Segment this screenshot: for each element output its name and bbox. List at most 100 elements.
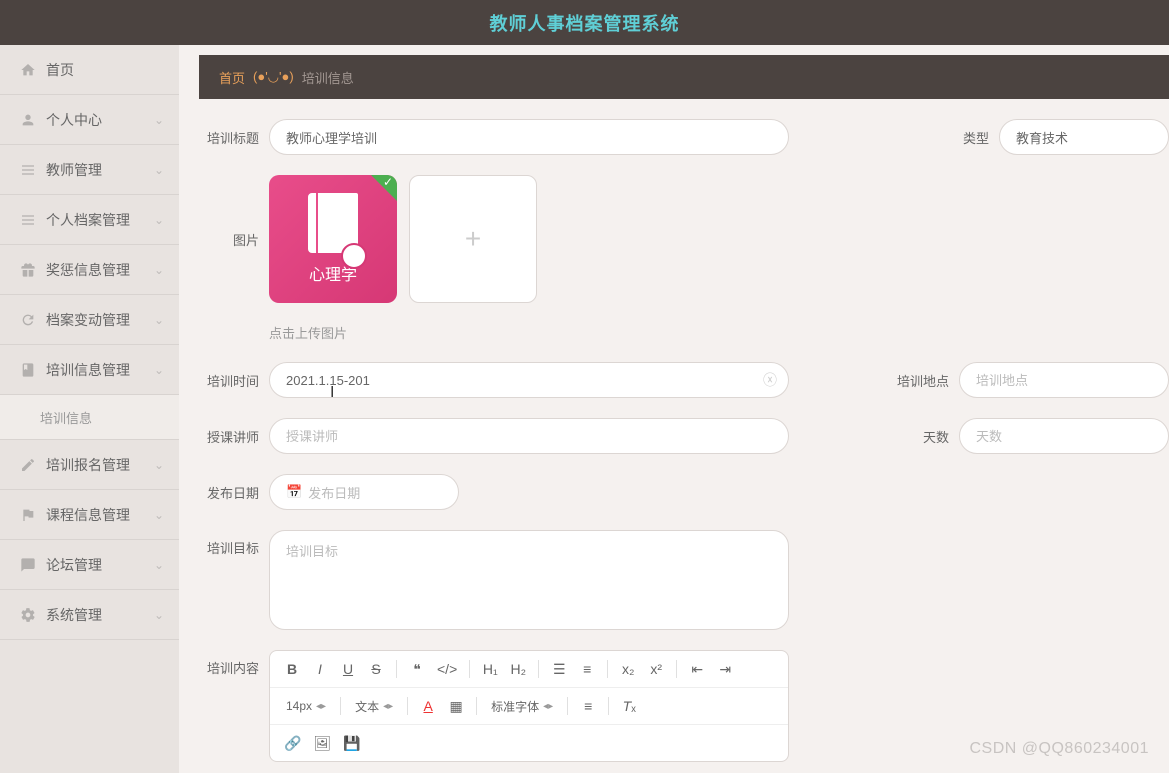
sidebar-label: 系统管理 <box>46 605 102 625</box>
list-icon <box>20 212 36 228</box>
chevron-down-icon: ⌄ <box>154 263 164 277</box>
sidebar-item-home[interactable]: 首页 <box>0 45 179 95</box>
location-input[interactable] <box>959 362 1169 398</box>
sidebar-label: 课程信息管理 <box>46 505 130 525</box>
editor-toolbar-3: 🔗 🖼 💾 <box>270 725 788 761</box>
save-button[interactable]: 💾 <box>339 731 364 755</box>
link-button[interactable]: 🔗 <box>280 731 305 755</box>
check-icon <box>371 175 397 201</box>
title-label: 培训标题 <box>199 128 259 147</box>
gear-icon <box>20 607 36 623</box>
fontsize-select[interactable]: 14px◂▸ <box>280 697 332 715</box>
indent-button[interactable]: ⇤ <box>685 657 709 681</box>
sidebar-item-reward[interactable]: 奖惩信息管理 ⌄ <box>0 245 179 295</box>
sidebar-label: 奖惩信息管理 <box>46 260 130 280</box>
app-header: 教师人事档案管理系统 <box>0 0 1169 45</box>
chevron-down-icon: ⌄ <box>154 608 164 622</box>
outdent-button[interactable]: ⇥ <box>713 657 737 681</box>
watermark: CSDN @QQ860234001 <box>970 740 1150 758</box>
sidebar-label: 首页 <box>46 60 74 80</box>
time-input[interactable] <box>269 362 789 398</box>
sidebar-item-system[interactable]: 系统管理 ⌄ <box>0 590 179 640</box>
sidebar-item-profile[interactable]: 个人中心 ⌄ <box>0 95 179 145</box>
form-content: 培训标题 类型 教育技术 图片 心理学 <box>179 99 1169 773</box>
sup-button[interactable]: x² <box>644 657 668 681</box>
h1-button[interactable]: H₁ <box>478 657 502 681</box>
chat-icon <box>20 557 36 573</box>
goal-label: 培训目标 <box>199 530 259 557</box>
fontfamily-select[interactable]: 标准字体◂▸ <box>485 696 559 717</box>
rich-editor: B I U S ❝ </> H₁ H₂ ☰ ≡ x₂ <box>269 650 789 762</box>
days-label: 天数 <box>909 427 949 446</box>
days-input[interactable] <box>959 418 1169 454</box>
sidebar-label: 个人档案管理 <box>46 210 130 230</box>
sidebar-item-training-info[interactable]: 培训信息 <box>0 395 179 440</box>
breadcrumb: 首页 (●'◡'●) 培训信息 <box>199 55 1169 99</box>
home-icon <box>20 62 36 78</box>
sidebar: 首页 个人中心 ⌄ 教师管理 ⌄ 个人档案管理 ⌄ 奖惩信息管理 ⌄ 档案变动管… <box>0 45 179 773</box>
color-button[interactable]: A <box>416 694 440 718</box>
upload-hint: 点击上传图片 <box>269 323 1169 342</box>
sidebar-label: 个人中心 <box>46 110 102 130</box>
add-image-button[interactable]: + <box>409 175 537 303</box>
sidebar-label: 培训报名管理 <box>46 455 130 475</box>
sidebar-label: 论坛管理 <box>46 555 102 575</box>
clear-icon[interactable]: ⓧ <box>763 370 777 390</box>
chevron-down-icon: ⌄ <box>154 113 164 127</box>
list-icon <box>20 162 36 178</box>
ol-button[interactable]: ☰ <box>547 657 571 681</box>
sub-button[interactable]: x₂ <box>616 657 640 681</box>
sidebar-label: 培训信息管理 <box>46 360 130 380</box>
gift-icon <box>20 262 36 278</box>
uploaded-image[interactable]: 心理学 <box>269 175 397 303</box>
time-label: 培训时间 <box>199 371 259 390</box>
breadcrumb-home[interactable]: 首页 <box>219 68 245 87</box>
book-icon <box>20 362 36 378</box>
location-label: 培训地点 <box>889 371 949 390</box>
chevron-down-icon: ⌄ <box>154 458 164 472</box>
sidebar-item-change[interactable]: 档案变动管理 ⌄ <box>0 295 179 345</box>
align-button[interactable]: ≡ <box>576 694 600 718</box>
chevron-down-icon: ⌄ <box>154 508 164 522</box>
type-select[interactable]: 教育技术 <box>999 119 1169 155</box>
edit-icon <box>20 457 36 473</box>
image-label: 图片 <box>199 230 259 249</box>
sidebar-item-forum[interactable]: 论坛管理 ⌄ <box>0 540 179 590</box>
bold-button[interactable]: B <box>280 657 304 681</box>
plus-icon: + <box>465 223 481 255</box>
sidebar-label: 教师管理 <box>46 160 102 180</box>
chevron-down-icon: ⌄ <box>154 213 164 227</box>
app-title: 教师人事档案管理系统 <box>490 10 680 36</box>
title-input[interactable] <box>269 119 789 155</box>
flag-icon <box>20 507 36 523</box>
clear-format-button[interactable]: Tₓ <box>617 694 641 718</box>
sidebar-item-training[interactable]: 培训信息管理 ⌄ <box>0 345 179 395</box>
italic-button[interactable]: I <box>308 657 332 681</box>
pubdate-input[interactable]: 📅 发布日期 <box>269 474 459 510</box>
sidebar-item-course[interactable]: 课程信息管理 ⌄ <box>0 490 179 540</box>
content-label: 培训内容 <box>199 650 259 677</box>
sidebar-label: 培训信息 <box>40 408 92 427</box>
goal-textarea[interactable] <box>269 530 789 630</box>
image-button[interactable]: 🖼 <box>309 731 335 755</box>
chevron-down-icon: ⌄ <box>154 163 164 177</box>
sidebar-item-archive[interactable]: 个人档案管理 ⌄ <box>0 195 179 245</box>
editor-toolbar-2: 14px◂▸ 文本◂▸ A ▦ 标准字体◂▸ ≡ Tₓ <box>270 688 788 725</box>
chevron-down-icon: ⌄ <box>154 363 164 377</box>
teacher-input[interactable] <box>269 418 789 454</box>
strike-button[interactable]: S <box>364 657 388 681</box>
sidebar-item-signup[interactable]: 培训报名管理 ⌄ <box>0 440 179 490</box>
ul-button[interactable]: ≡ <box>575 657 599 681</box>
texttype-select[interactable]: 文本◂▸ <box>349 696 399 717</box>
code-button[interactable]: </> <box>433 657 461 681</box>
teacher-label: 授课讲师 <box>199 427 259 446</box>
bgcolor-button[interactable]: ▦ <box>444 694 468 718</box>
h2-button[interactable]: H₂ <box>506 657 530 681</box>
underline-button[interactable]: U <box>336 657 360 681</box>
editor-toolbar: B I U S ❝ </> H₁ H₂ ☰ ≡ x₂ <box>270 651 788 688</box>
quote-button[interactable]: ❝ <box>405 657 429 681</box>
user-icon <box>20 112 36 128</box>
type-label: 类型 <box>949 128 989 147</box>
sidebar-item-teacher[interactable]: 教师管理 ⌄ <box>0 145 179 195</box>
breadcrumb-current: 培训信息 <box>302 68 354 87</box>
